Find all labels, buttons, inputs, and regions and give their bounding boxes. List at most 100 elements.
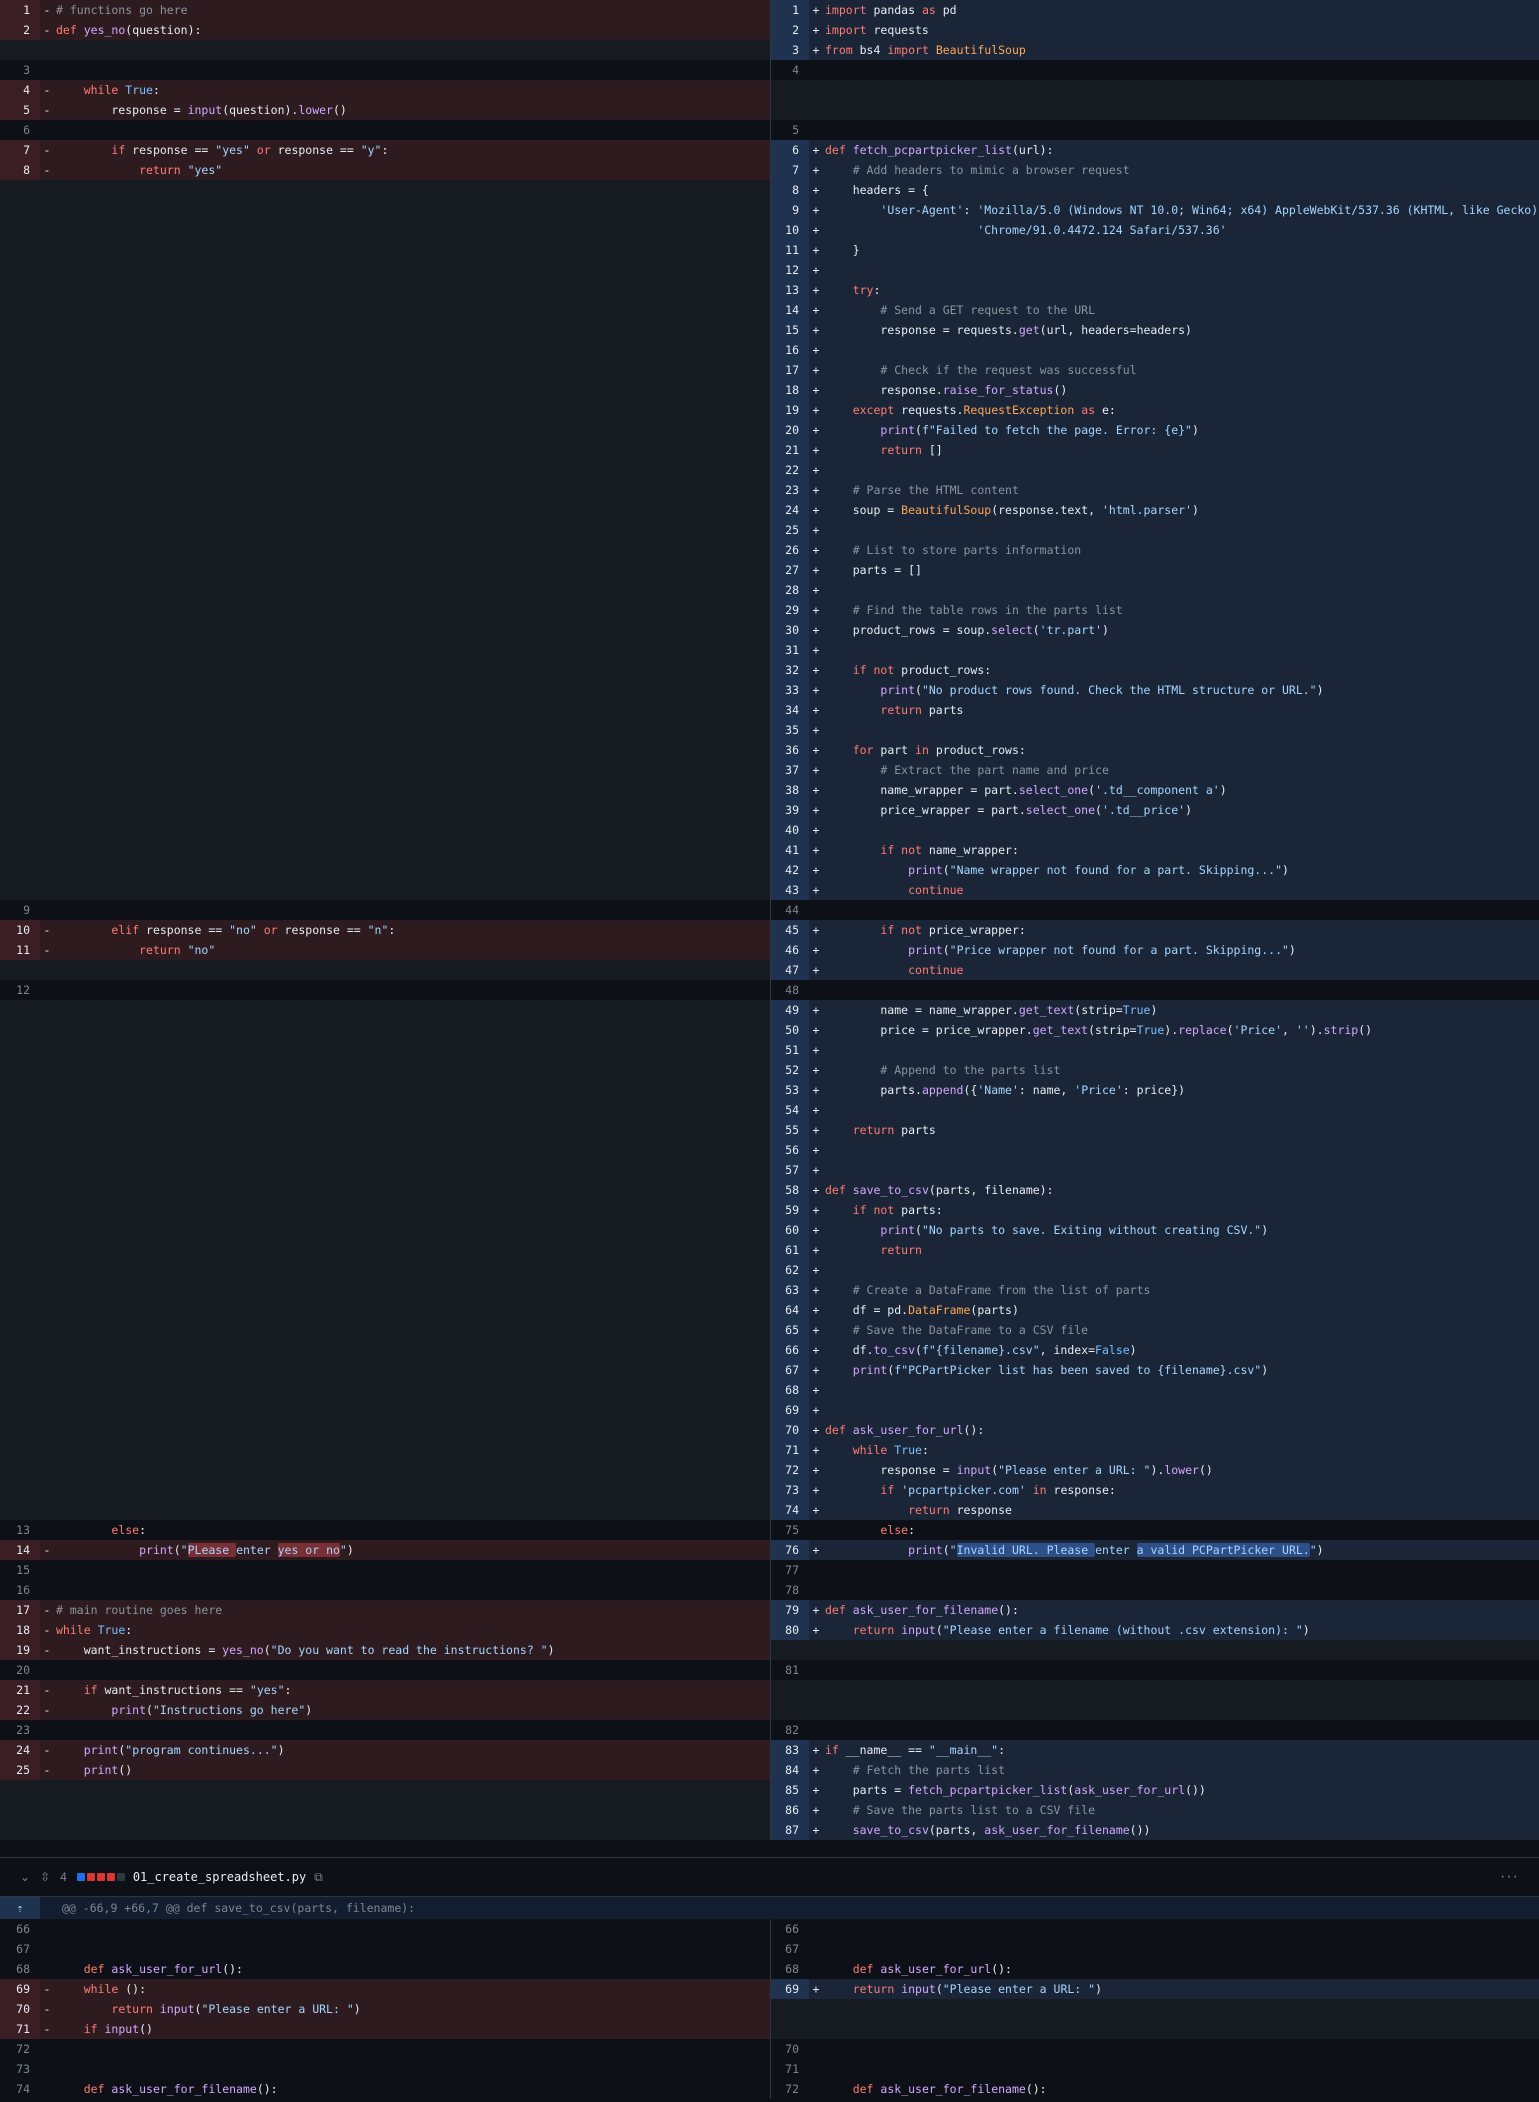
line-number[interactable]: 26 [771,540,809,560]
line-number[interactable]: 71 [771,2059,809,2079]
line-number[interactable]: 47 [771,960,809,980]
line-number[interactable]: 31 [771,640,809,660]
line-number[interactable]: 22 [771,460,809,480]
line-number[interactable]: 66 [0,1919,40,1939]
line-number[interactable]: 73 [771,1480,809,1500]
line-number[interactable]: 79 [771,1600,809,1620]
line-number[interactable]: 84 [771,1760,809,1780]
line-number[interactable]: 9 [771,200,809,220]
line-number[interactable]: 23 [0,1720,40,1740]
line-number[interactable]: 72 [771,2079,809,2099]
line-number[interactable]: 19 [0,1640,40,1660]
line-number[interactable]: 11 [771,240,809,260]
line-number[interactable]: 60 [771,1220,809,1240]
line-number[interactable]: 25 [0,1760,40,1780]
line-number[interactable]: 3 [771,40,809,60]
line-number[interactable]: 13 [771,280,809,300]
line-number[interactable]: 50 [771,1020,809,1040]
line-number[interactable]: 15 [0,1560,40,1580]
line-number[interactable]: 6 [771,140,809,160]
line-number[interactable]: 59 [771,1200,809,1220]
line-number[interactable]: 23 [771,480,809,500]
line-number[interactable]: 56 [771,1140,809,1160]
line-number[interactable]: 70 [771,1420,809,1440]
line-number[interactable]: 67 [771,1360,809,1380]
line-number[interactable]: 69 [771,1400,809,1420]
line-number[interactable]: 69 [771,1979,809,1999]
more-options-icon[interactable]: ··· [1500,1868,1519,1886]
line-number[interactable]: 27 [771,560,809,580]
line-number[interactable]: 20 [771,420,809,440]
line-number[interactable]: 7 [0,140,40,160]
line-number[interactable]: 10 [0,920,40,940]
line-number[interactable]: 3 [0,60,40,80]
line-number[interactable]: 42 [771,860,809,880]
line-number[interactable]: 70 [0,1999,40,2019]
line-number[interactable]: 18 [771,380,809,400]
line-number[interactable]: 68 [0,1959,40,1979]
line-number[interactable]: 32 [771,660,809,680]
line-number[interactable]: 13 [0,1520,40,1540]
line-number[interactable]: 6 [0,120,40,140]
line-number[interactable]: 74 [0,2079,40,2099]
line-number[interactable]: 28 [771,580,809,600]
line-number[interactable]: 87 [771,1820,809,1840]
line-number[interactable]: 17 [0,1600,40,1620]
line-number[interactable]: 5 [0,100,40,120]
line-number[interactable]: 51 [771,1040,809,1060]
line-number[interactable]: 4 [771,60,809,80]
line-number[interactable]: 2 [771,20,809,40]
line-number[interactable]: 36 [771,740,809,760]
line-number[interactable]: 66 [771,1919,809,1939]
line-number[interactable]: 11 [0,940,40,960]
line-number[interactable]: 14 [771,300,809,320]
line-number[interactable]: 30 [771,620,809,640]
line-number[interactable]: 61 [771,1240,809,1260]
line-number[interactable]: 67 [0,1939,40,1959]
line-number[interactable]: 10 [771,220,809,240]
line-number[interactable]: 24 [771,500,809,520]
line-number[interactable]: 21 [771,440,809,460]
line-number[interactable]: 65 [771,1320,809,1340]
line-number[interactable]: 5 [771,120,809,140]
line-number[interactable]: 70 [771,2039,809,2059]
line-number[interactable]: 74 [771,1500,809,1520]
line-number[interactable]: 72 [0,2039,40,2059]
line-number[interactable]: 76 [771,1540,809,1560]
line-number[interactable]: 19 [771,400,809,420]
line-number[interactable]: 16 [771,340,809,360]
collapse-chevron-icon[interactable]: ⌄ [20,1870,30,1884]
file-name[interactable]: 01_create_spreadsheet.py [133,1870,306,1884]
line-number[interactable]: 24 [0,1740,40,1760]
line-number[interactable]: 62 [771,1260,809,1280]
line-number[interactable]: 34 [771,700,809,720]
line-number[interactable]: 48 [771,980,809,1000]
line-number[interactable]: 46 [771,940,809,960]
line-number[interactable]: 17 [771,360,809,380]
expand-up-icon[interactable]: ⇡ [0,1897,40,1919]
line-number[interactable]: 57 [771,1160,809,1180]
line-number[interactable]: 54 [771,1100,809,1120]
line-number[interactable]: 21 [0,1680,40,1700]
line-number[interactable]: 82 [771,1720,809,1740]
line-number[interactable]: 72 [771,1460,809,1480]
line-number[interactable]: 25 [771,520,809,540]
line-number[interactable]: 8 [0,160,40,180]
line-number[interactable]: 33 [771,680,809,700]
line-number[interactable]: 22 [0,1700,40,1720]
line-number[interactable]: 68 [771,1380,809,1400]
line-number[interactable]: 75 [771,1520,809,1540]
line-number[interactable]: 35 [771,720,809,740]
line-number[interactable]: 80 [771,1620,809,1640]
line-number[interactable]: 29 [771,600,809,620]
line-number[interactable]: 81 [771,1660,809,1680]
line-number[interactable]: 16 [0,1580,40,1600]
line-number[interactable]: 55 [771,1120,809,1140]
line-number[interactable]: 4 [0,80,40,100]
line-number[interactable]: 37 [771,760,809,780]
line-number[interactable]: 71 [771,1440,809,1460]
line-number[interactable]: 12 [771,260,809,280]
line-number[interactable]: 1 [0,0,40,20]
line-number[interactable]: 83 [771,1740,809,1760]
line-number[interactable]: 68 [771,1959,809,1979]
